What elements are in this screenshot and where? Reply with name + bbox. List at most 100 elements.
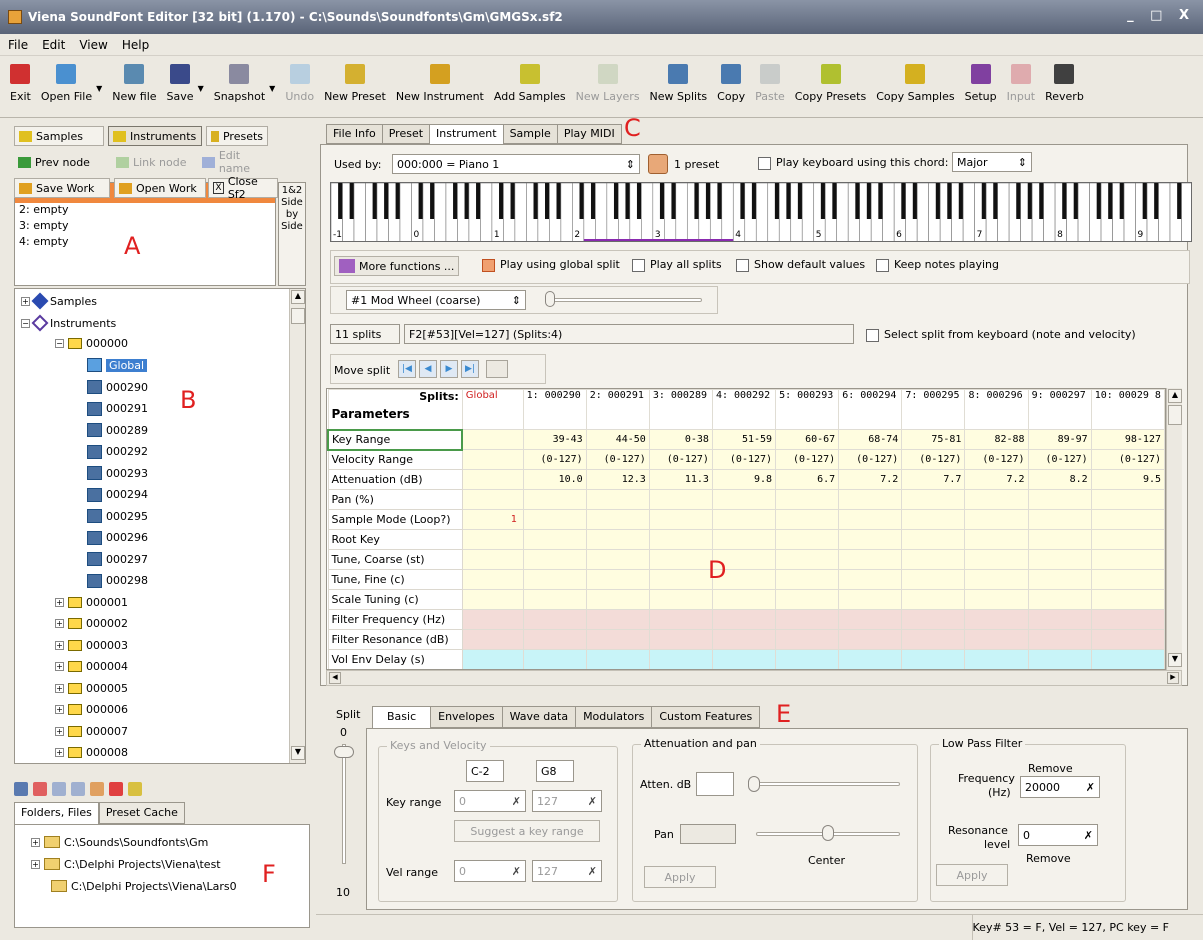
white-key[interactable] xyxy=(480,183,493,242)
tree-instrument-000000[interactable]: − 000000 xyxy=(55,333,128,353)
grid-cell[interactable]: (0-127) xyxy=(964,449,1029,470)
grid-cell[interactable] xyxy=(585,489,650,510)
grid-cell[interactable] xyxy=(648,569,713,590)
grid-cell[interactable] xyxy=(522,509,587,530)
folder-item[interactable]: + C:\Delphi Projects\Viena\test xyxy=(31,853,221,875)
grid-cell[interactable] xyxy=(901,529,966,550)
global-cell[interactable] xyxy=(461,549,524,570)
white-key[interactable] xyxy=(1043,183,1056,242)
grid-cell[interactable] xyxy=(964,569,1029,590)
grid-cell[interactable] xyxy=(775,489,840,510)
folder-item[interactable]: C:\Delphi Projects\Viena\Lars0 xyxy=(51,875,237,897)
scroll-left-icon[interactable]: ◀ xyxy=(329,672,341,684)
grid-cell[interactable] xyxy=(585,509,650,530)
edit-name-button[interactable]: Edit name xyxy=(198,149,278,175)
tab-preset[interactable]: Preset xyxy=(381,124,431,144)
expand-icon[interactable]: + xyxy=(21,296,30,306)
menu-file[interactable]: File xyxy=(8,38,28,52)
preset-icon[interactable] xyxy=(648,154,668,174)
parameter-name[interactable]: Tune, Fine (c) xyxy=(327,569,463,590)
grid-cell[interactable] xyxy=(775,629,840,650)
opt-default-values[interactable]: Show default values xyxy=(736,258,865,272)
tree-split-item[interactable]: 000293 xyxy=(87,463,148,483)
grid-cell[interactable] xyxy=(585,609,650,630)
global-cell[interactable] xyxy=(461,489,524,510)
grid-cell[interactable]: (0-127) xyxy=(522,449,587,470)
split-column-header[interactable]: 8: 000296 xyxy=(964,389,1029,430)
grid-cell[interactable] xyxy=(775,649,840,669)
global-cell[interactable] xyxy=(461,469,524,490)
dropdown-arrow-icon[interactable]: ▼ xyxy=(198,84,204,93)
tree-instrument-item[interactable]: +000002 xyxy=(55,614,128,634)
grid-cell[interactable]: (0-127) xyxy=(775,449,840,470)
grid-cell[interactable] xyxy=(1027,489,1092,510)
parameter-name[interactable]: Filter Resonance (dB) xyxy=(327,629,463,650)
collapse-icon[interactable]: − xyxy=(21,318,30,328)
apply-pan-button[interactable]: Apply xyxy=(644,866,716,888)
grid-cell[interactable] xyxy=(711,589,777,610)
worklist-item-3[interactable]: 3: empty xyxy=(15,219,275,235)
scroll-up-icon[interactable]: ▲ xyxy=(291,290,305,304)
grid-cell[interactable] xyxy=(522,629,587,650)
grid-cell[interactable] xyxy=(711,489,777,510)
split-column-header[interactable]: 2: 000291 xyxy=(585,389,650,430)
expand-icon[interactable]: + xyxy=(55,597,64,607)
copy-presets-button[interactable]: Copy Presets xyxy=(795,64,866,103)
move-first-icon[interactable]: |◀ xyxy=(398,360,416,378)
grid-cell[interactable] xyxy=(901,549,966,570)
white-key[interactable] xyxy=(1123,183,1136,242)
resonance-input[interactable]: 0 ✗ xyxy=(1018,824,1098,846)
window-controls[interactable]: _ □ X xyxy=(1127,8,1195,23)
reset-icon[interactable]: ✗ xyxy=(588,865,597,878)
white-key[interactable] xyxy=(755,183,769,242)
tab-basic[interactable]: Basic xyxy=(372,706,432,728)
grid-cell[interactable] xyxy=(775,569,840,590)
tree-split-item[interactable]: 000291 xyxy=(87,399,148,419)
grid-cell[interactable] xyxy=(901,649,966,669)
atten-input[interactable] xyxy=(696,772,734,796)
grid-cell[interactable]: 0-38 xyxy=(648,429,713,450)
expand-icon[interactable]: + xyxy=(31,837,40,847)
grid-cell[interactable] xyxy=(901,569,966,590)
controller-slider-thumb[interactable] xyxy=(545,291,555,307)
grid-cell[interactable]: 8.2 xyxy=(1027,469,1092,490)
new-file-button[interactable]: New file xyxy=(112,64,157,103)
grid-cell[interactable] xyxy=(838,489,903,510)
global-split-checkbox[interactable] xyxy=(482,258,495,272)
grid-cell[interactable] xyxy=(838,529,903,550)
link-node-button[interactable]: Link node xyxy=(112,152,194,172)
grid-cell[interactable] xyxy=(648,549,713,570)
grid-cell[interactable] xyxy=(522,649,587,669)
reset-icon[interactable]: ✗ xyxy=(512,865,521,878)
grid-cell[interactable] xyxy=(1027,549,1092,570)
grid-cell[interactable] xyxy=(1090,629,1165,650)
presets-button[interactable]: Presets xyxy=(206,126,268,146)
dropdown-arrow-icon[interactable]: ▼ xyxy=(96,84,102,93)
add-samples-button[interactable]: Add Samples xyxy=(494,64,566,103)
grid-cell[interactable]: 7.2 xyxy=(964,469,1029,490)
grid-cell[interactable] xyxy=(838,549,903,570)
white-key[interactable] xyxy=(675,183,688,242)
grid-cell[interactable]: 10.0 xyxy=(522,469,587,490)
grid-cell[interactable]: 9.5 xyxy=(1090,469,1165,490)
tab-envelopes[interactable]: Envelopes xyxy=(430,706,503,728)
grid-cell[interactable]: (0-127) xyxy=(1090,449,1165,470)
folder-item[interactable]: + C:\Sounds\Soundfonts\Gm xyxy=(31,831,208,853)
white-key[interactable] xyxy=(1077,183,1090,242)
grid-cell[interactable] xyxy=(585,569,650,590)
tree-instrument-item[interactable]: +000003 xyxy=(55,635,128,655)
grid-cell[interactable] xyxy=(522,569,587,590)
instruments-button[interactable]: Instruments xyxy=(108,126,202,146)
grid-cell[interactable] xyxy=(901,629,966,650)
expand-icon[interactable]: + xyxy=(55,683,64,693)
white-key[interactable] xyxy=(916,183,929,242)
grid-cell[interactable] xyxy=(838,609,903,630)
grid-cell[interactable] xyxy=(1090,489,1165,510)
suggest-key-range-button[interactable]: Suggest a key range xyxy=(454,820,600,842)
tree-split-item[interactable]: 000297 xyxy=(87,549,148,569)
all-splits-checkbox[interactable] xyxy=(632,258,645,272)
new-preset-button[interactable]: New Preset xyxy=(324,64,386,103)
grid-cell[interactable] xyxy=(964,529,1029,550)
worklist-item-2[interactable]: 2: empty xyxy=(15,203,275,219)
expand-icon[interactable]: + xyxy=(55,619,64,628)
